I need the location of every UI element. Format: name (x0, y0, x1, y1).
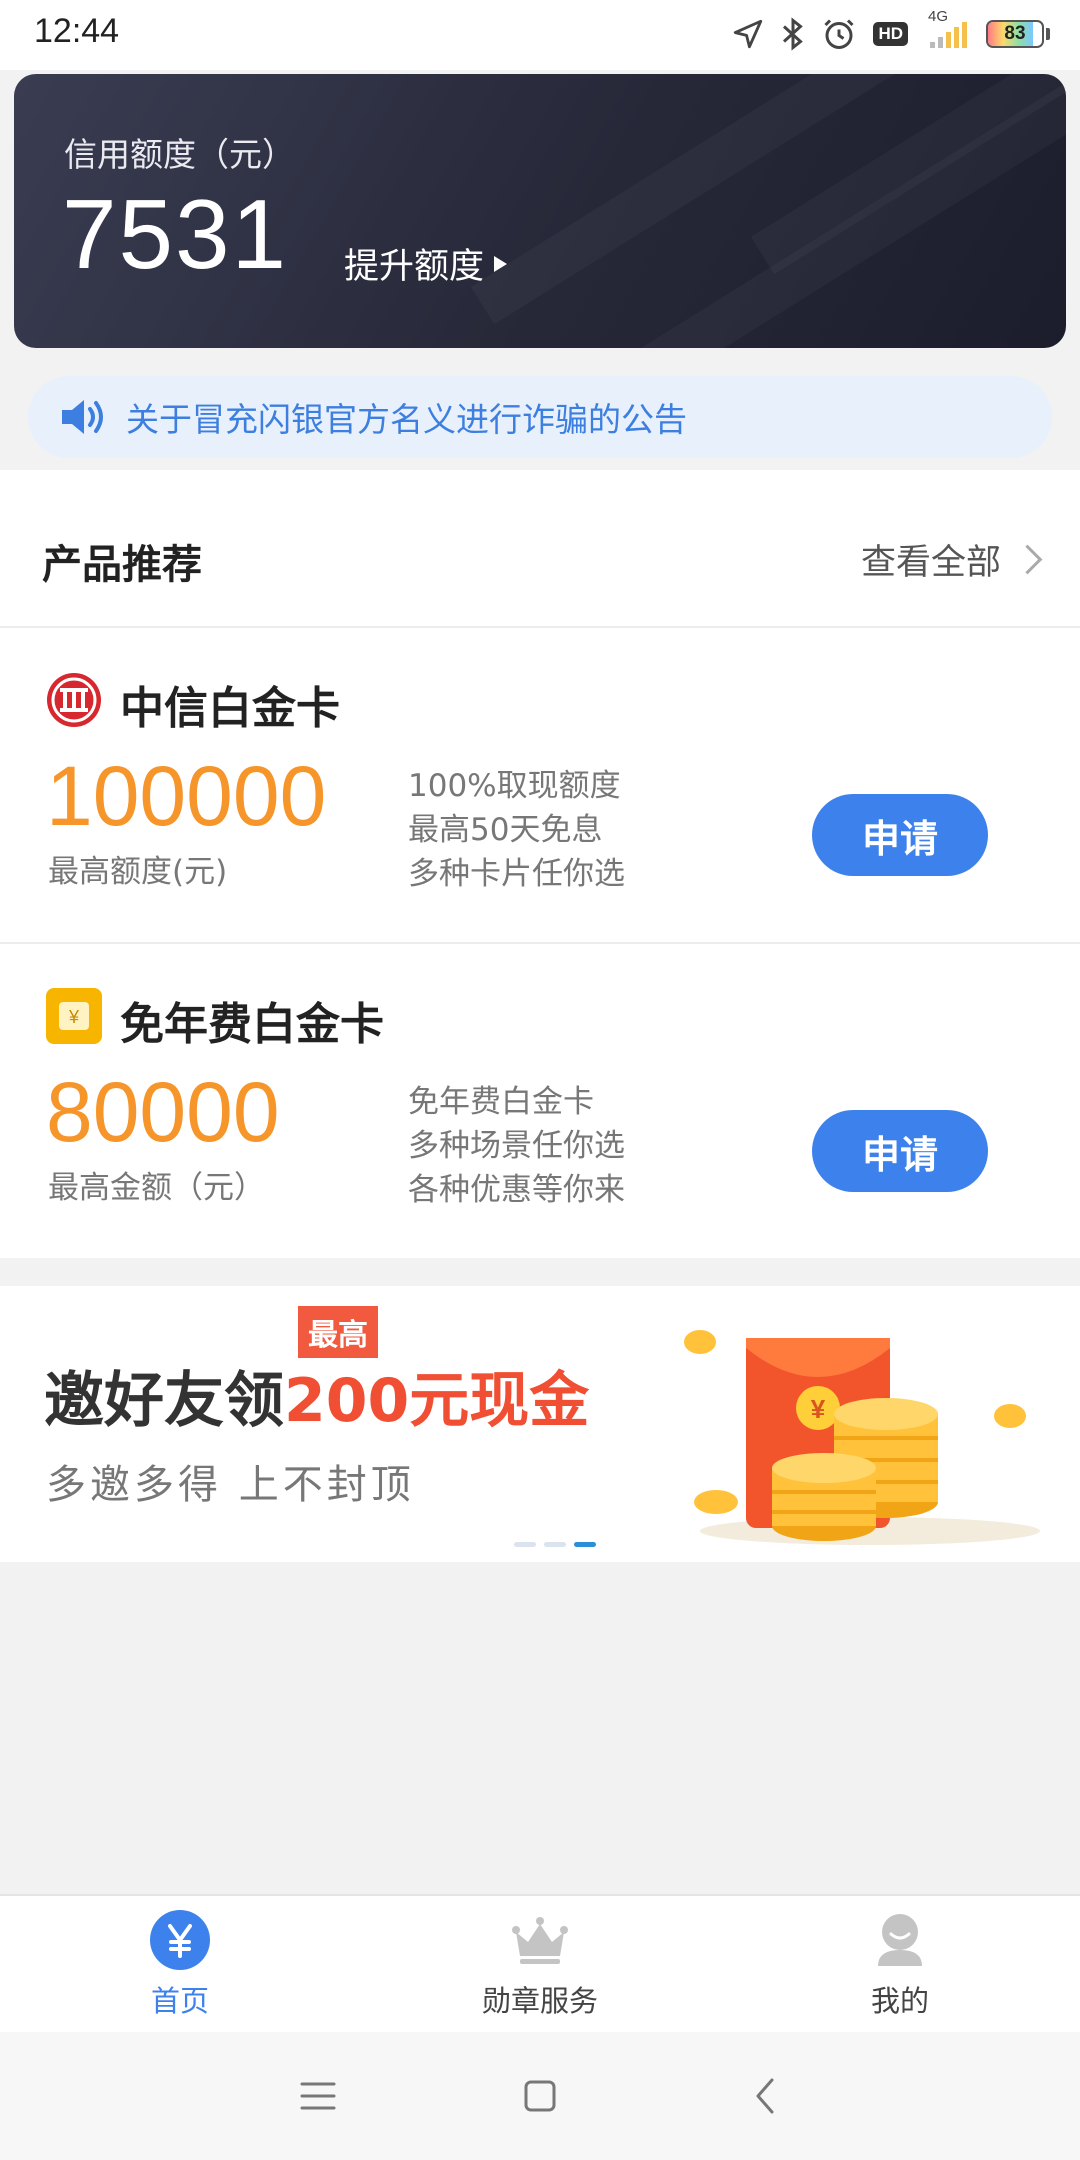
status-icons: HD 4G 83 (731, 8, 1050, 54)
banner-title-highlight: 200元现金 (284, 1366, 590, 1436)
apply-button[interactable]: 申请 (812, 794, 988, 876)
product-features: 免年费白金卡 多种场景任你选 各种优惠等你来 (408, 1080, 625, 1212)
credit-limit-label: 信用额度（元） (64, 135, 295, 174)
banner-tag: 最高 (298, 1306, 378, 1358)
tab-medal-service[interactable]: 勋章服务 (360, 1896, 720, 2032)
product-feature: 多种卡片任你选 (408, 856, 625, 892)
view-all-label: 查看全部 (860, 543, 1001, 583)
section-title: 产品推荐 (42, 542, 202, 588)
hd-icon: HD (873, 14, 908, 54)
bottom-tab-bar: 首页 勋章服务 我的 (0, 1894, 1080, 2032)
product-feature: 各种优惠等你来 (408, 1172, 625, 1208)
product-card[interactable]: ¥ 免年费白金卡 80000 最高金额（元） 免年费白金卡 多种场景任你选 各种… (0, 944, 1080, 1258)
invite-banner[interactable]: 最高 邀好友领 200元现金 多邀多得 上不封顶 ¥ (0, 1286, 1080, 1562)
user-icon (878, 1914, 922, 1966)
menu-icon[interactable] (278, 2064, 358, 2128)
yen-card-icon: ¥ (46, 988, 102, 1044)
product-name: 免年费白金卡 (120, 999, 384, 1050)
home-square-icon[interactable] (500, 2064, 580, 2128)
tab-home[interactable]: 首页 (0, 1896, 360, 2032)
svg-text:¥: ¥ (68, 1007, 80, 1027)
tab-label: 勋章服务 (481, 1984, 598, 2018)
product-section: 产品推荐 查看全部 中信白金卡 100000 最高额度(元) 100%取现额度 … (0, 470, 1080, 1258)
citic-logo-icon (47, 673, 101, 727)
back-icon[interactable] (726, 2064, 806, 2128)
raise-limit-link[interactable]: 提升额度 (344, 238, 508, 289)
carousel-dot[interactable] (544, 1542, 566, 1547)
product-amount-label: 最高额度(元) (48, 854, 228, 890)
banner-title: 邀好友领 200元现金 (44, 1352, 589, 1439)
apply-button[interactable]: 申请 (812, 1110, 988, 1192)
product-max-amount: 100000 (46, 749, 327, 843)
battery-icon: 83 (986, 14, 1050, 54)
announcement-text: 关于冒充闪银官方名义进行诈骗的公告 (126, 400, 687, 439)
system-nav-bar (0, 2032, 1080, 2160)
product-max-amount: 80000 (46, 1065, 280, 1159)
view-all-link[interactable]: 查看全部 (860, 534, 1043, 585)
carousel-dot-active[interactable] (574, 1542, 596, 1547)
svg-text:¥: ¥ (811, 1394, 826, 1424)
banner-subtitle: 多邀多得 上不封顶 (46, 1462, 415, 1508)
speaker-icon (62, 400, 103, 434)
alarm-icon (821, 14, 857, 54)
yen-icon (150, 1910, 210, 1970)
product-feature: 免年费白金卡 (408, 1084, 594, 1120)
product-amount-label: 最高金额（元） (48, 1170, 265, 1206)
banner-title-prefix: 邀好友领 (44, 1366, 284, 1436)
carousel-indicator (0, 1542, 1080, 1547)
product-feature: 多种场景任你选 (408, 1128, 625, 1164)
tab-mine[interactable]: 我的 (720, 1896, 1080, 2032)
red-envelope-coins-illustration: ¥ (684, 1330, 1040, 1545)
bluetooth-icon (781, 14, 805, 54)
tab-label: 首页 (150, 1984, 209, 2018)
play-arrow-icon (494, 255, 508, 272)
tab-label: 我的 (870, 1984, 929, 2018)
product-card[interactable]: 中信白金卡 100000 最高额度(元) 100%取现额度 最高50天免息 多种… (0, 628, 1080, 944)
location-icon (731, 14, 765, 54)
status-bar: 12:44 HD 4G 83 (0, 0, 1080, 70)
crown-icon (512, 1917, 568, 1964)
section-header: 产品推荐 查看全部 (0, 470, 1080, 628)
raise-limit-label: 提升额度 (344, 247, 485, 287)
chevron-right-icon (1012, 544, 1043, 575)
announcement-bar[interactable]: 关于冒充闪银官方名义进行诈骗的公告 (28, 376, 1052, 458)
credit-limit-card: 信用额度（元） 7531 提升额度 (14, 74, 1066, 348)
product-feature: 100%取现额度 (408, 768, 621, 804)
battery-percent: 83 (1004, 23, 1026, 44)
product-features: 100%取现额度 最高50天免息 多种卡片任你选 (408, 764, 625, 896)
carousel-dot[interactable] (514, 1542, 536, 1547)
product-name: 中信白金卡 (120, 683, 340, 734)
coin-stack-front (772, 1453, 876, 1541)
credit-limit-amount: 7531 (62, 179, 289, 289)
signal-icon: 4G (924, 8, 970, 54)
status-time: 12:44 (34, 12, 120, 50)
product-feature: 最高50天免息 (408, 812, 603, 848)
